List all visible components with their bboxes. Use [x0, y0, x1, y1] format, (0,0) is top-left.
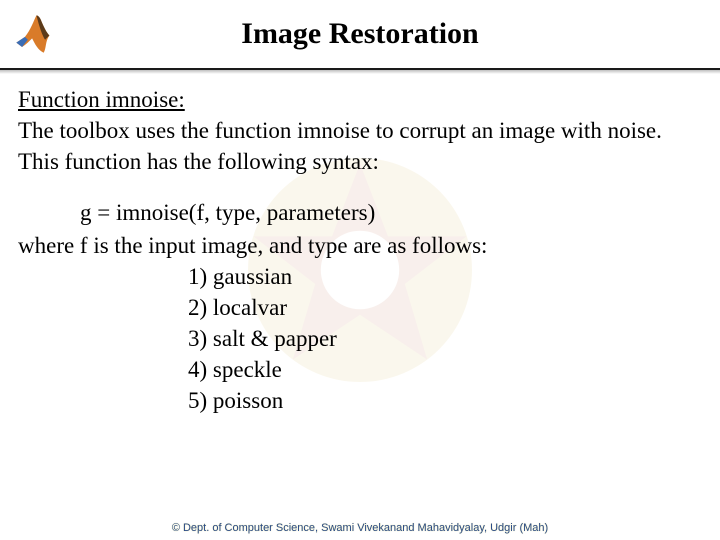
footer-credit: © Dept. of Computer Science, Swami Vivek…: [0, 522, 720, 534]
type-list: 1) gaussian 2) localvar 3) salt & papper…: [18, 261, 702, 416]
matlab-logo-icon: [12, 11, 58, 57]
type-item: 1) gaussian: [188, 261, 702, 292]
syntax-line: g = imnoise(f, type, parameters): [18, 197, 702, 228]
function-description: The toolbox uses the function imnoise to…: [18, 118, 662, 174]
type-item: 5) poisson: [188, 385, 702, 416]
slide-body: Function imnoise: The toolbox uses the f…: [0, 70, 720, 416]
slide-header: Image Restoration: [0, 0, 720, 70]
type-item: 4) speckle: [188, 354, 702, 385]
type-item: 3) salt & papper: [188, 323, 702, 354]
type-item: 2) localvar: [188, 292, 702, 323]
function-heading: Function imnoise:: [18, 87, 185, 112]
where-line: where f is the input image, and type are…: [18, 230, 702, 261]
slide-title: Image Restoration: [58, 17, 708, 51]
